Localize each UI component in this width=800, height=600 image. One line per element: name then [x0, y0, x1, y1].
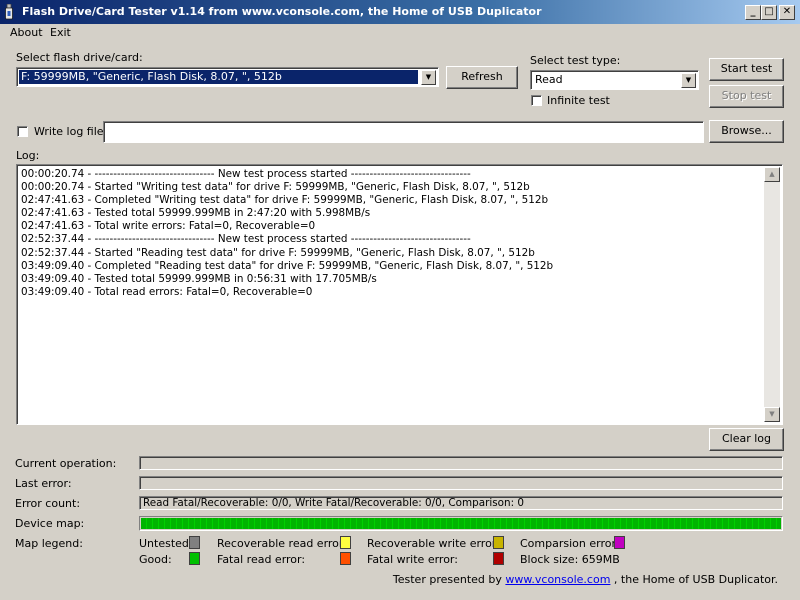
- drive-dropdown-button[interactable]: ▼: [421, 70, 436, 85]
- write-log-label: Write log file: [34, 125, 104, 138]
- test-type-label: Select test type:: [530, 54, 621, 67]
- chevron-down-icon: ▼: [425, 73, 432, 81]
- drive-select-value: F: 59999MB, "Generic, Flash Disk, 8.07, …: [19, 70, 418, 84]
- log-file-path-input[interactable]: [103, 121, 704, 143]
- legend-recoverable-read-label: Recoverable read error:: [217, 537, 347, 550]
- log-line: 02:52:37.44 - --------------------------…: [21, 233, 471, 246]
- menu-exit[interactable]: Exit: [50, 26, 71, 39]
- browse-label: Browse...: [721, 124, 772, 137]
- close-icon: ✕: [782, 6, 792, 17]
- chevron-down-icon: ▼: [685, 76, 692, 84]
- start-test-button[interactable]: Start test: [709, 58, 784, 81]
- close-button[interactable]: ✕: [779, 5, 795, 20]
- legend-comparison-label: Comparsion error:: [520, 537, 620, 550]
- log-line: 00:00:20.74 - --------------------------…: [21, 168, 471, 180]
- legend-recoverable-read-swatch: [340, 536, 351, 549]
- main-window: Flash Drive/Card Tester v1.14 from www.v…: [0, 0, 800, 600]
- log-file-path-value: [106, 124, 110, 138]
- block-size-label: Block size: 659MB: [520, 553, 620, 566]
- infinite-test-label: Infinite test: [547, 94, 610, 107]
- clear-log-button[interactable]: Clear log: [709, 428, 784, 451]
- browse-button[interactable]: Browse...: [709, 120, 784, 143]
- map-legend-label: Map legend:: [15, 537, 83, 550]
- scroll-up-button[interactable]: ▲: [764, 167, 780, 182]
- footer-suffix: , the Home of USB Duplicator.: [613, 573, 778, 586]
- minimize-icon: _: [750, 6, 756, 17]
- title-bar[interactable]: Flash Drive/Card Tester v1.14 from www.v…: [0, 0, 800, 24]
- legend-untested-swatch: [189, 536, 200, 549]
- current-operation-field: [139, 456, 783, 470]
- log-label: Log:: [16, 149, 40, 162]
- log-line: 02:52:37.44 - Started "Reading test data…: [21, 246, 535, 259]
- device-map: [139, 516, 783, 531]
- refresh-label: Refresh: [461, 70, 503, 83]
- legend-good-label: Good:: [139, 553, 172, 566]
- menu-bar: About Exit: [0, 24, 800, 42]
- usb-drive-icon: [5, 4, 13, 20]
- log-lines: 00:00:20.74 - --------------------------…: [21, 168, 761, 299]
- start-test-label: Start test: [720, 62, 773, 75]
- last-error-field: [139, 476, 783, 490]
- log-line: 02:47:41.63 - Total write errors: Fatal=…: [21, 220, 316, 233]
- legend-recoverable-write-label: Recoverable write error:: [367, 537, 500, 550]
- error-count-label: Error count:: [15, 497, 81, 510]
- window-title: Flash Drive/Card Tester v1.14 from www.v…: [22, 5, 542, 18]
- stop-test-button[interactable]: Stop test: [709, 85, 784, 108]
- device-map-blocks: [141, 518, 781, 529]
- arrow-down-icon: ▼: [769, 410, 775, 418]
- error-count-value: Read Fatal/Recoverable: 0/0, Write Fatal…: [143, 497, 525, 509]
- legend-untested-label: Untested:: [139, 537, 193, 550]
- log-line: 02:47:41.63 - Tested total 59999.999MB i…: [21, 207, 371, 220]
- test-type-dropdown-button[interactable]: ▼: [681, 73, 696, 88]
- log-textarea[interactable]: 00:00:20.74 - --------------------------…: [16, 164, 783, 425]
- legend-fatal-read-label: Fatal read error:: [217, 553, 306, 566]
- legend-fatal-read-swatch: [340, 552, 351, 565]
- menu-about[interactable]: About: [10, 26, 43, 39]
- last-error-label: Last error:: [15, 477, 72, 490]
- log-line: 02:47:41.63 - Completed "Writing test da…: [21, 194, 549, 207]
- legend-recoverable-write-swatch: [493, 536, 504, 549]
- refresh-button[interactable]: Refresh: [446, 66, 518, 89]
- log-scrollbar[interactable]: ▲ ▼: [764, 167, 780, 422]
- current-operation-label: Current operation:: [15, 457, 117, 470]
- error-count-field: Read Fatal/Recoverable: 0/0, Write Fatal…: [139, 496, 783, 510]
- stop-test-label: Stop test: [721, 89, 772, 102]
- vconsole-link[interactable]: www.vconsole.com: [505, 573, 610, 586]
- log-line: 03:49:09.40 - Completed "Reading test da…: [21, 259, 554, 272]
- maximize-button[interactable]: □: [761, 5, 777, 20]
- minimize-button[interactable]: _: [745, 5, 761, 20]
- legend-fatal-write-swatch: [493, 552, 504, 565]
- infinite-test-checkbox[interactable]: [531, 95, 542, 106]
- drive-select[interactable]: F: 59999MB, "Generic, Flash Disk, 8.07, …: [16, 67, 439, 87]
- scroll-down-button[interactable]: ▼: [764, 407, 780, 422]
- footer-credit: Tester presented by www.vconsole.com , t…: [393, 573, 778, 586]
- maximize-icon: □: [764, 6, 774, 17]
- test-type-value: Read: [535, 73, 563, 86]
- clear-log-label: Clear log: [721, 432, 772, 445]
- write-log-checkbox[interactable]: [17, 126, 28, 137]
- legend-fatal-write-label: Fatal write error:: [367, 553, 458, 566]
- log-line: 00:00:20.74 - Started "Writing test data…: [21, 181, 530, 194]
- test-type-select[interactable]: Read ▼: [530, 70, 699, 90]
- device-map-label: Device map:: [15, 517, 85, 530]
- footer-prefix: Tester presented by: [392, 573, 502, 586]
- legend-good-swatch: [189, 552, 200, 565]
- drive-select-label: Select flash drive/card:: [16, 51, 143, 64]
- arrow-up-icon: ▲: [769, 170, 775, 178]
- log-line: 03:49:09.40 - Tested total 59999.999MB i…: [21, 272, 377, 285]
- legend-comparison-swatch: [614, 536, 625, 549]
- log-line: 03:49:09.40 - Total read errors: Fatal=0…: [21, 285, 313, 298]
